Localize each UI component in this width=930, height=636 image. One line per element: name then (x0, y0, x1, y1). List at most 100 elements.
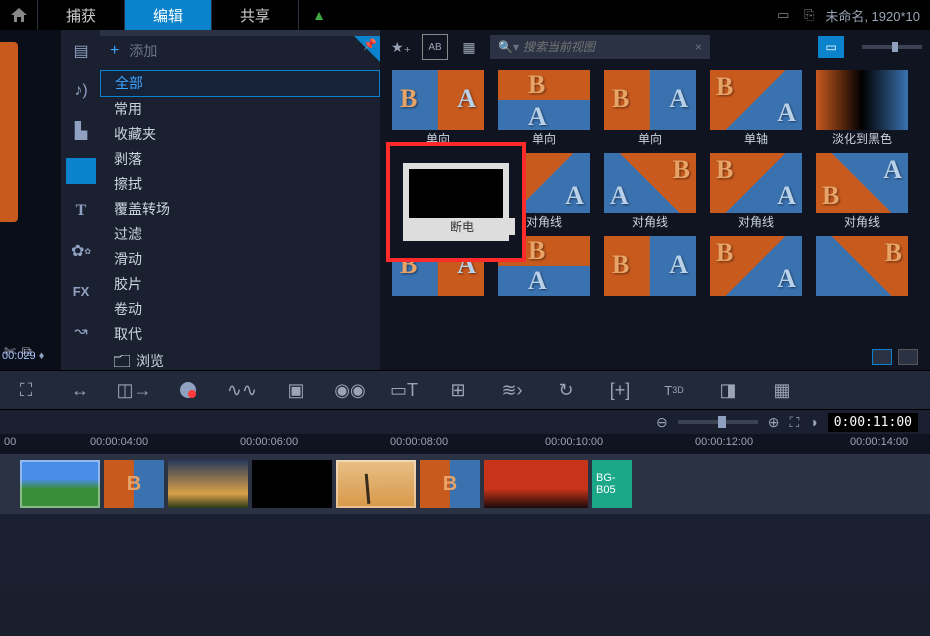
timeline-clip[interactable] (252, 460, 332, 508)
timeline-clip[interactable] (168, 460, 248, 508)
timeline-transition-clip[interactable]: B (420, 460, 480, 508)
transition-thumb[interactable]: BA 对角线 (710, 153, 802, 230)
focus-icon[interactable]: [+] (608, 378, 632, 402)
transition-thumb[interactable]: BA 单轴 (710, 70, 802, 147)
ruler-tick: 00:00:12:00 (695, 436, 753, 448)
browse-item[interactable]: 浏览 (100, 347, 380, 370)
ruler-tick: 00:00:14:00 (850, 436, 908, 448)
category-item-all[interactable]: 全部 (100, 70, 380, 97)
ruler-tick: 00:00:06:00 (240, 436, 298, 448)
transition-thumb[interactable]: BA (710, 236, 802, 296)
timeline-ruler[interactable]: 00 00:00:04:00 00:00:06:00 00:00:08:00 0… (0, 434, 930, 454)
transition-thumb[interactable]: 淡化到黑色 (816, 70, 908, 147)
transition-thumb[interactable]: AB 对角线 (604, 153, 696, 230)
clock-icon[interactable]: ◑ (809, 414, 817, 430)
category-item[interactable]: 剥落 (100, 147, 380, 172)
timeline-bg-clip[interactable]: BG-B05 (592, 460, 632, 508)
category-item[interactable]: 滑动 (100, 247, 380, 272)
thumb-label: 单向 (604, 130, 696, 147)
timecode-display[interactable]: 0:00:11:00 (828, 413, 918, 432)
transitions-tab-icon[interactable]: AB (66, 158, 96, 184)
grid-tool-icon[interactable]: ⊞ (446, 378, 470, 402)
insert-icon[interactable]: ◫→ (122, 378, 146, 402)
timeline-empty-area (0, 514, 930, 586)
category-list: 全部 常用 收藏夹 剥落 擦拭 覆盖转场 过滤 滑动 胶片 卷动 取代 浏览 (100, 66, 380, 370)
category-item[interactable]: 常用 (100, 97, 380, 122)
category-item[interactable]: 过滤 (100, 222, 380, 247)
expand-rect-icon[interactable]: ⛶ (14, 378, 38, 402)
main-panel: ✄ ⧉ ▤ ♪) ▙ AB T ✿✿ FX ↝ + 添加 📌 全部 常用 收藏夹… (0, 30, 930, 370)
category-item[interactable]: 卷动 (100, 297, 380, 322)
ruler-tick: 00:00:10:00 (545, 436, 603, 448)
tab-capture[interactable]: 捕获 (38, 0, 125, 30)
audio-icon[interactable]: ♪) (66, 78, 96, 104)
ruler-tick: 00:00:04:00 (90, 436, 148, 448)
add-icon[interactable]: + (110, 42, 119, 60)
tab-share[interactable]: 共享 (212, 0, 299, 30)
save-icon[interactable]: ▭ (773, 5, 793, 25)
transition-thumb[interactable]: BA (604, 236, 696, 296)
timeline-transition-clip[interactable]: B (104, 460, 164, 508)
title-tool-icon[interactable]: ▭T (392, 378, 416, 402)
pin-icon: 📌 (363, 38, 377, 51)
favorite-add-icon[interactable]: ★₊ (388, 34, 414, 60)
3d-text-icon[interactable]: T3D (662, 378, 686, 402)
transition-thumb[interactable]: B (816, 236, 908, 296)
home-button[interactable] (0, 0, 38, 30)
category-item[interactable]: 取代 (100, 322, 380, 347)
fx-icon[interactable]: FX (66, 278, 96, 304)
upload-icon[interactable]: ▲ (299, 0, 339, 30)
category-item[interactable]: 收藏夹 (100, 122, 380, 147)
search-input[interactable] (523, 40, 695, 54)
rotate-icon[interactable]: ↻ (554, 378, 578, 402)
transition-thumb[interactable]: BA 单向 (498, 70, 590, 147)
settings-icon[interactable]: ✿✿ (66, 238, 96, 264)
fit-icon[interactable]: ⛶ (789, 414, 799, 431)
add-label: 添加 (129, 41, 157, 61)
timeline-toolbar: ⛶ ↔ ◫→ ∿∿ ▣ ◉◉ ▭T ⊞ ≋› ↻ [+] T3D ◨ ▦ (0, 370, 930, 410)
selected-transition-highlight[interactable]: 断电 (386, 142, 526, 262)
overlap-icon[interactable]: ◉◉ (338, 378, 362, 402)
clear-search-icon[interactable]: × (695, 40, 702, 54)
filmstrip-icon[interactable]: ▦ (770, 378, 794, 402)
search-icon: 🔍▾ (498, 40, 519, 54)
timeline-zoom-row: ⊖ ⊕ ⛶ ◑ 0:00:11:00 (0, 410, 930, 434)
list-view-icon[interactable] (898, 349, 918, 365)
search-box[interactable]: 🔍▾ × (490, 35, 710, 59)
title-icon[interactable]: T (66, 198, 96, 224)
disk-icon[interactable]: ⎘ (799, 5, 819, 25)
transition-thumb[interactable]: BA 单向 (604, 70, 696, 147)
thumb-label: 对角线 (710, 213, 802, 230)
contrast-icon[interactable]: ◨ (716, 378, 740, 402)
preview-timecode: 00:029 ♦ (2, 350, 44, 362)
waveform-icon[interactable]: ∿∿ (230, 378, 254, 402)
category-item[interactable]: 胶片 (100, 272, 380, 297)
selected-transition-label: 断电 (409, 218, 515, 235)
crop-icon[interactable]: ▣ (284, 378, 308, 402)
path-icon[interactable]: ↝ (66, 318, 96, 344)
category-item[interactable]: 覆盖转场 (100, 197, 380, 222)
tab-edit[interactable]: 编辑 (125, 0, 212, 30)
thumbnail-size-slider[interactable] (862, 45, 922, 49)
category-list-panel: + 添加 📌 全部 常用 收藏夹 剥落 擦拭 覆盖转场 过滤 滑动 胶片 卷动 … (100, 30, 380, 370)
zoom-out-icon[interactable]: ⊖ (656, 414, 668, 431)
stretch-h-icon[interactable]: ↔ (68, 378, 92, 402)
zoom-in-icon[interactable]: ⊕ (768, 414, 780, 431)
transition-thumb[interactable]: BA 单向 (392, 70, 484, 147)
media-icon[interactable]: ▤ (66, 38, 96, 64)
speed-icon[interactable]: ≋› (500, 378, 524, 402)
timeline-clip[interactable] (484, 460, 588, 508)
view-mode-button[interactable]: ▭ (818, 36, 844, 58)
zoom-slider[interactable] (678, 420, 758, 424)
ab-icon[interactable]: AB (422, 34, 448, 60)
category-item[interactable]: 擦拭 (100, 172, 380, 197)
generator-icon[interactable]: ▙ (66, 118, 96, 144)
timeline-video-track[interactable]: B B BG-B05 (0, 454, 930, 514)
grid-view-icon[interactable] (872, 349, 892, 365)
library-icon[interactable]: ▦ (456, 34, 482, 60)
transition-thumb[interactable]: BA 对角线 (816, 153, 908, 230)
timeline-clip[interactable] (20, 460, 100, 508)
timeline-clip[interactable] (336, 460, 416, 508)
record-icon[interactable] (176, 378, 200, 402)
list-header: + 添加 📌 (100, 36, 380, 66)
